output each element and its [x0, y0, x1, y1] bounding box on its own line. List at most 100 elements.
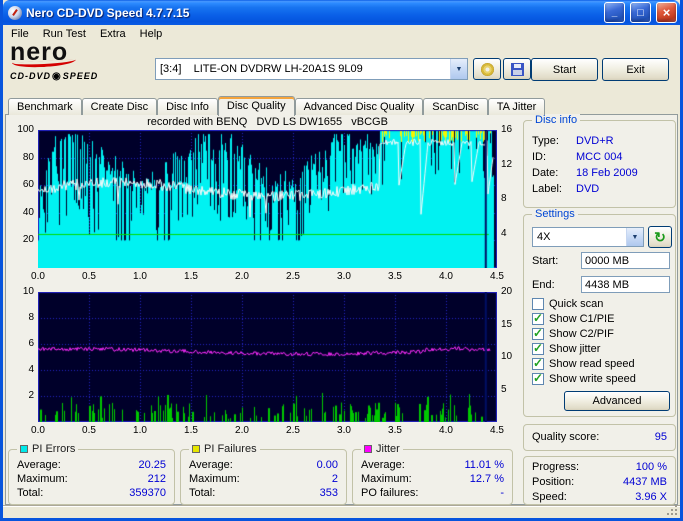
- speed-value: 3.96 X: [635, 490, 667, 503]
- disc-info-row: Type: DVD+R: [532, 135, 614, 147]
- chevron-down-icon[interactable]: ▼: [626, 228, 643, 246]
- progress-value: 100 %: [635, 460, 667, 473]
- tab-disc-quality[interactable]: Disc Quality: [217, 96, 295, 116]
- position-row: Position: 4437 MB: [532, 475, 667, 488]
- pi-errors-chart: [38, 130, 497, 268]
- save-results-button[interactable]: [503, 58, 531, 80]
- position-value: 4437 MB: [622, 475, 667, 488]
- top-chart-x-tick: 4.0: [439, 271, 453, 282]
- disc-info-group: Disc info Type: DVD+R ID: MCC 004 Date: …: [523, 114, 676, 208]
- chart-header: recorded with BENQ DVD LS DW1655 vBCGB: [147, 116, 388, 128]
- bottom-chart-x-tick: 2.5: [286, 425, 300, 436]
- tab-create-disc[interactable]: Create Disc: [81, 98, 158, 115]
- drive-selector[interactable]: [3:4] LITE-ON DVDRW LH-20A1S 9L09 ▼: [155, 58, 468, 80]
- product-name-left: CD-DVD: [10, 71, 51, 81]
- pi-failures-legend-swatch: [192, 445, 200, 453]
- window-title: Nero CD-DVD Speed 4.7.7.15: [26, 5, 190, 20]
- start-position-field[interactable]: [581, 252, 670, 269]
- bottom-chart-left-tick: 6: [28, 338, 34, 349]
- check-icon: ✓: [533, 355, 544, 370]
- bottom-chart-right-tick: 15: [501, 318, 513, 330]
- checkbox-show-read-speed[interactable]: ✓ Show read speed: [532, 355, 635, 370]
- tab-advanced-disc-quality[interactable]: Advanced Disc Quality: [294, 98, 424, 115]
- stat-row: Maximum: 12.7 %: [361, 473, 504, 485]
- check-icon: ✓: [533, 325, 544, 340]
- checkbox-show-c2-pif[interactable]: ✓ Show C2/PIF: [532, 325, 614, 340]
- menu-item-extra[interactable]: Extra: [93, 27, 133, 41]
- tab-disc-info[interactable]: Disc Info: [157, 98, 218, 115]
- tab-bar: Benchmark Create Disc Disc Info Disc Qua…: [8, 95, 546, 116]
- end-position-field[interactable]: [581, 276, 670, 293]
- stat-row: Average: 20.25: [17, 459, 166, 471]
- top-chart-x-tick: 2.0: [235, 271, 249, 282]
- refresh-icon: ↻: [654, 228, 666, 245]
- bottom-chart-x-tick: 3.0: [337, 425, 351, 436]
- advanced-button[interactable]: Advanced: [564, 391, 670, 411]
- stat-row: Average: 0.00: [189, 459, 338, 471]
- stat-row: Maximum: 212: [17, 473, 166, 485]
- bottom-chart-left-tick: 2: [28, 390, 34, 401]
- menu-item-help[interactable]: Help: [133, 27, 170, 41]
- speed-select[interactable]: 4X ▼: [532, 227, 644, 247]
- top-chart-left-tick: 40: [22, 206, 34, 218]
- maximize-button[interactable]: □: [630, 2, 651, 23]
- stat-row: Total: 359370: [17, 487, 166, 499]
- speed-row: Speed: 3.96 X: [532, 490, 667, 503]
- checkbox-show-jitter[interactable]: ✓ Show jitter: [532, 340, 600, 355]
- tab-scandisc[interactable]: ScanDisc: [423, 98, 488, 115]
- stat-row: Maximum: 2: [189, 473, 338, 485]
- show-c2-pif-checkbox[interactable]: ✓: [532, 325, 544, 340]
- nero-logo: nero CD-DVD ◉ SPEED: [10, 38, 152, 82]
- tab-benchmark[interactable]: Benchmark: [8, 98, 82, 115]
- pif-jitter-chart: [38, 292, 497, 422]
- show-read-speed-checkbox[interactable]: ✓: [532, 355, 544, 370]
- check-icon: ✓: [533, 340, 544, 355]
- top-chart-x-tick: 0.0: [31, 271, 45, 282]
- pi-failures-panel: PI Failures Average: 0.00 Maximum: 2 Tot…: [180, 443, 347, 505]
- bottom-chart-left-tick: 8: [28, 312, 34, 323]
- bottom-chart-x-tick: 0.0: [31, 425, 45, 436]
- check-icon: ✓: [533, 370, 544, 385]
- minimize-button[interactable]: _: [604, 2, 625, 23]
- disc-image-button[interactable]: [473, 58, 501, 80]
- start-button[interactable]: Start: [531, 58, 598, 81]
- checkbox-show-c1-pie[interactable]: ✓ Show C1/PIE: [532, 310, 614, 325]
- bottom-chart-x-tick: 4.5: [490, 425, 504, 436]
- bottom-chart-x-tick: 1.5: [184, 425, 198, 436]
- top-chart-x-tick: 1.0: [133, 271, 147, 282]
- top-chart-right-tick: 4: [501, 227, 507, 239]
- exit-button[interactable]: Exit: [602, 58, 669, 81]
- refresh-button[interactable]: ↻: [648, 226, 672, 248]
- stat-row: Total: 353: [189, 487, 338, 499]
- resize-grip[interactable]: [667, 505, 679, 517]
- check-icon: ✓: [533, 310, 544, 325]
- bottom-chart-x-tick: 0.5: [82, 425, 96, 436]
- settings-group: Settings 4X ▼ ↻ Start: End: ✓ Quick scan…: [523, 208, 676, 417]
- top-chart-left-tick: 80: [22, 151, 34, 163]
- show-write-speed-checkbox[interactable]: ✓: [532, 370, 544, 385]
- top-chart-right-tick: 12: [501, 158, 513, 170]
- nero-brand-text: nero: [10, 38, 69, 66]
- checkbox-quick-scan[interactable]: ✓ Quick scan: [532, 297, 603, 310]
- quality-score-group: Quality score: 95: [523, 424, 676, 451]
- close-button[interactable]: ×: [656, 2, 677, 23]
- checkbox-show-write-speed[interactable]: ✓ Show write speed: [532, 370, 636, 385]
- disc-info-row: ID: MCC 004: [532, 151, 623, 163]
- tab-ta-jitter[interactable]: TA Jitter: [487, 98, 546, 115]
- chevron-down-icon[interactable]: ▼: [450, 59, 467, 79]
- titlebar[interactable]: Nero CD-DVD Speed 4.7.7.15 _ □ ×: [3, 0, 680, 25]
- top-chart-left-tick: 100: [17, 124, 34, 135]
- bottom-chart-x-tick: 1.0: [133, 425, 147, 436]
- show-c1-pie-checkbox[interactable]: ✓: [532, 310, 544, 325]
- quick-scan-checkbox[interactable]: ✓: [532, 297, 544, 310]
- stat-row: Average: 11.01 %: [361, 459, 504, 471]
- app-icon: [8, 5, 22, 20]
- jitter-title: Jitter: [376, 443, 400, 455]
- pi-failures-title: PI Failures: [204, 443, 257, 455]
- app-window: Nero CD-DVD Speed 4.7.7.15 _ □ × File Ru…: [0, 0, 683, 521]
- disc-icon: [480, 62, 494, 76]
- top-chart-x-tick: 0.5: [82, 271, 96, 282]
- top-chart-x-tick: 1.5: [184, 271, 198, 282]
- show-jitter-checkbox[interactable]: ✓: [532, 340, 544, 355]
- bottom-chart-right-tick: 5: [501, 383, 507, 395]
